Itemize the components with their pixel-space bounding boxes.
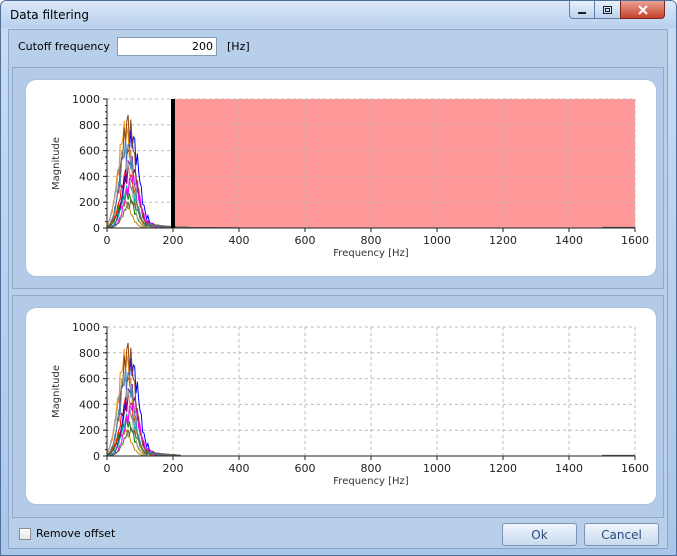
x-tick-label: 800 xyxy=(361,234,382,247)
cutoff-frequency-input[interactable] xyxy=(117,37,217,56)
remove-offset-label: Remove offset xyxy=(36,527,116,540)
x-tick-label: 1000 xyxy=(423,462,451,475)
close-icon xyxy=(637,4,648,15)
filtered-spectrum-chart: 0 200 400 600 800 1000 1200 1400 1600 0 200 400 600 8… xyxy=(51,321,649,487)
restore-icon xyxy=(603,5,612,14)
minimize-button[interactable] xyxy=(569,1,595,19)
y-axis-title: Magnitude xyxy=(51,365,62,418)
x-tick-label: 400 xyxy=(229,234,250,247)
y-tick-label: 800 xyxy=(79,347,100,360)
x-tick-label: 1400 xyxy=(555,234,583,247)
spectrum-series-line xyxy=(106,391,266,457)
rejected-band xyxy=(173,99,635,228)
original-spectrum-card: 0 200 400 600 800 1000 1200 1400 1600 0 200 400 600 8… xyxy=(26,80,656,276)
y-tick-label: 1000 xyxy=(72,321,100,334)
spectrum-series-line xyxy=(106,419,266,457)
x-tick-label: 1400 xyxy=(555,462,583,475)
maximize-button[interactable] xyxy=(594,1,621,19)
y-tick-label: 600 xyxy=(79,145,100,158)
cancel-button[interactable]: Cancel xyxy=(584,523,659,546)
x-tick-label: 800 xyxy=(361,462,382,475)
title-bar[interactable]: Data filtering xyxy=(1,1,676,28)
y-tick-label: 200 xyxy=(79,196,100,209)
dialog-body: Cutoff frequency [Hz] 0 200 400 600 800 1000 1… xyxy=(8,29,668,549)
y-tick-label: 800 xyxy=(79,119,100,132)
filtered-spectrum-panel: 0 200 400 600 800 1000 1200 1400 1600 0 200 400 600 8… xyxy=(12,295,664,518)
cutoff-unit-label: [Hz] xyxy=(227,40,250,53)
filtered-spectrum-card: 0 200 400 600 800 1000 1200 1400 1600 0 200 400 600 8… xyxy=(26,308,656,504)
spectrum-series-line xyxy=(106,426,266,457)
y-axis-title: Magnitude xyxy=(51,137,62,190)
minimize-icon xyxy=(578,11,586,14)
x-tick-label: 1200 xyxy=(489,234,517,247)
spectrum-series-line xyxy=(106,376,266,457)
y-tick-label: 400 xyxy=(79,170,100,183)
y-tick-label: 0 xyxy=(93,222,100,235)
x-tick-label: 0 xyxy=(104,462,111,475)
x-axis-title: Frequency [Hz] xyxy=(333,476,409,487)
y-tick-label: 400 xyxy=(79,398,100,411)
x-axis-title: Frequency [Hz] xyxy=(333,248,409,259)
dialog-window: Data filtering Cutoff frequency [Hz] 0 20… xyxy=(0,0,677,556)
y-tick-label: 1000 xyxy=(72,93,100,106)
x-tick-label: 0 xyxy=(104,234,111,247)
spectrum-series-line xyxy=(106,409,266,457)
x-tick-label: 1200 xyxy=(489,462,517,475)
y-tick-label: 0 xyxy=(93,450,100,463)
x-tick-label: 1600 xyxy=(621,234,649,247)
cutoff-frequency-label: Cutoff frequency xyxy=(18,40,110,53)
original-spectrum-panel: 0 200 400 600 800 1000 1200 1400 1600 0 200 400 600 8… xyxy=(12,67,664,289)
remove-offset-checkbox[interactable] xyxy=(19,527,31,540)
x-tick-label: 1600 xyxy=(621,462,649,475)
x-tick-label: 400 xyxy=(229,462,250,475)
x-tick-label: 200 xyxy=(163,234,184,247)
remove-offset-option[interactable]: Remove offset xyxy=(19,527,115,540)
window-title: Data filtering xyxy=(10,8,89,22)
original-spectrum-chart: 0 200 400 600 800 1000 1200 1400 1600 0 200 400 600 8… xyxy=(51,93,649,259)
y-tick-label: 600 xyxy=(79,373,100,386)
ok-button[interactable]: Ok xyxy=(502,523,577,546)
x-tick-label: 600 xyxy=(295,462,316,475)
x-tick-label: 600 xyxy=(295,234,316,247)
y-tick-label: 200 xyxy=(79,424,100,437)
close-button[interactable] xyxy=(620,1,665,19)
x-tick-label: 1000 xyxy=(423,234,451,247)
x-tick-label: 200 xyxy=(163,462,184,475)
